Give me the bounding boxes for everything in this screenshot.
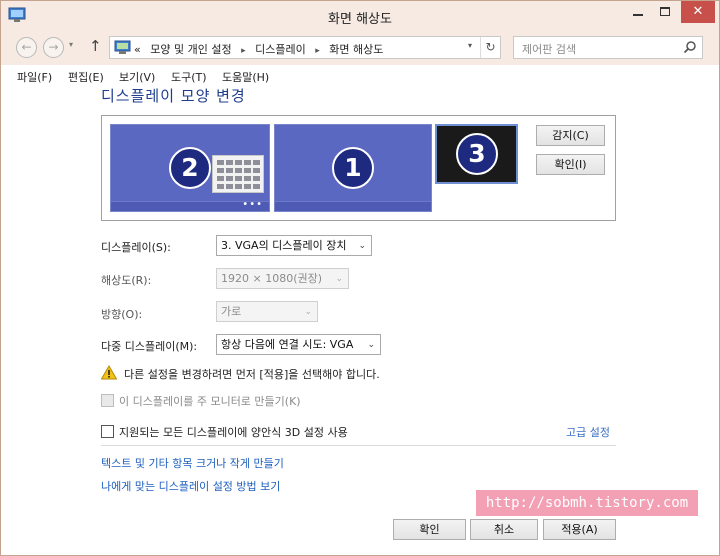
breadcrumb: « 모양 및 개인 설정 ▸ 디스플레이 ▸ 화면 해상도 [134, 41, 383, 57]
detect-button[interactable]: 감지(C) [536, 125, 605, 146]
identify-button[interactable]: 확인(I) [536, 154, 605, 175]
divider [101, 445, 616, 446]
close-button[interactable]: ✕ [681, 1, 715, 23]
chevron-down-icon: ▾ [69, 40, 74, 49]
stereo-3d-checkbox[interactable] [101, 425, 114, 438]
monitor-number-badge: 3 [456, 133, 498, 175]
refresh-button[interactable]: ↻ [480, 37, 500, 58]
breadcrumb-item-resolution[interactable]: 화면 해상도 [329, 43, 383, 56]
up-button[interactable]: ↑ [89, 37, 102, 55]
multi-display-label: 다중 디스플레이(M): [101, 340, 198, 353]
ok-button[interactable]: 확인 [393, 519, 466, 540]
monitor-1[interactable]: 1 [274, 124, 432, 212]
close-icon: ✕ [692, 4, 704, 19]
menu-view[interactable]: 보기(V) [119, 69, 155, 85]
search-input[interactable]: 제어판 검색 [513, 36, 703, 59]
advanced-settings-link[interactable]: 고급 설정 [566, 424, 610, 440]
up-arrow-icon: ↑ [89, 37, 102, 55]
display-select-value: 3. VGA의 디스플레이 장치 [221, 239, 347, 252]
recent-pages-dropdown[interactable]: ▾ [69, 40, 73, 49]
menu-help[interactable]: 도움말(H) [222, 69, 269, 85]
forward-button[interactable]: → [43, 37, 64, 58]
search-icon [683, 41, 696, 54]
stereo-3d-label: 지원되는 모든 디스플레이에 양안식 3D 설정 사용 [119, 426, 348, 439]
display-label: 디스플레이(S): [101, 241, 171, 254]
chevron-down-icon: ⌄ [335, 274, 343, 284]
minimize-icon [633, 14, 643, 16]
menu-edit[interactable]: 편집(E) [68, 69, 104, 85]
breadcrumb-overflow[interactable]: « [134, 43, 141, 56]
monitor-taskbar-strip [275, 201, 431, 211]
control-panel-icon [114, 40, 131, 54]
breadcrumb-item-appearance[interactable]: 모양 및 개인 설정 [150, 43, 231, 56]
page-title: 디스플레이 모양 변경 [101, 87, 246, 105]
multi-display-select-value: 항상 다음에 연결 시도: VGA [221, 338, 354, 351]
display-help-link[interactable]: 나에게 맞는 디스플레이 설정 방법 보기 [101, 478, 280, 494]
warning-icon [101, 365, 117, 380]
cancel-button[interactable]: 취소 [470, 519, 538, 540]
monitor-number-badge: 2 [169, 147, 211, 189]
back-button[interactable]: ← [16, 37, 37, 58]
orientation-select[interactable]: 가로 ⌄ [216, 301, 318, 322]
multi-display-select[interactable]: 항상 다음에 연결 시도: VGA ⌄ [216, 334, 381, 355]
resolution-select[interactable]: 1920 × 1080(권장) ⌄ [216, 268, 349, 289]
address-dropdown-button[interactable]: ▾ [462, 41, 478, 50]
breadcrumb-separator-icon[interactable]: ▸ [241, 46, 246, 56]
breadcrumb-item-display[interactable]: 디스플레이 [255, 43, 306, 56]
chevron-down-icon: ⌄ [304, 307, 312, 317]
forward-arrow-icon: → [48, 40, 59, 54]
screen-resolution-window: 화면 해상도 ✕ ← → ▾ ↑ « 모양 및 개인 설정 ▸ 디스플레이 ▸ … [0, 0, 720, 556]
chevron-down-icon: ⌄ [358, 241, 366, 251]
maximize-button[interactable] [652, 1, 678, 23]
text-size-link[interactable]: 텍스트 및 기타 항목 크거나 작게 만들기 [101, 455, 284, 471]
chevron-down-icon: ▾ [467, 41, 472, 50]
display-select[interactable]: 3. VGA의 디스플레이 장치 ⌄ [216, 235, 372, 256]
chevron-down-icon: ⌄ [367, 340, 375, 350]
title-bar: 화면 해상도 ✕ [1, 1, 719, 31]
menu-bar: 파일(F) 편집(E) 보기(V) 도구(T) 도움말(H) [1, 65, 719, 87]
resolution-select-value: 1920 × 1080(권장) [221, 272, 323, 285]
refresh-icon: ↻ [485, 40, 496, 54]
back-arrow-icon: ← [21, 40, 32, 54]
resolution-label: 해상도(R): [101, 274, 152, 287]
address-bar[interactable]: « 모양 및 개인 설정 ▸ 디스플레이 ▸ 화면 해상도 ▾ ↻ [109, 36, 501, 59]
monitor-number-badge: 1 [332, 147, 374, 189]
orientation-label: 방향(O): [101, 308, 143, 321]
apply-warning-text: 다른 설정을 변경하려면 먼저 [적용]을 선택해야 합니다. [124, 368, 380, 381]
main-monitor-checkbox[interactable] [101, 394, 114, 407]
navigation-bar: ← → ▾ ↑ « 모양 및 개인 설정 ▸ 디스플레이 ▸ 화면 해상도 ▾ … [1, 31, 719, 65]
more-dots-icon: ••• [242, 199, 263, 210]
minimize-button[interactable] [625, 1, 651, 23]
monitor-2[interactable]: 2 ••• [110, 124, 270, 212]
breadcrumb-separator-icon[interactable]: ▸ [315, 46, 320, 56]
maximize-icon [660, 7, 670, 16]
orientation-select-value: 가로 [221, 305, 242, 318]
menu-tools[interactable]: 도구(T) [171, 69, 207, 85]
main-monitor-label: 이 디스플레이를 주 모니터로 만들기(K) [119, 395, 301, 408]
taskbar-grid-icon [212, 155, 264, 193]
watermark: http://sobmh.tistory.com [476, 490, 698, 516]
window-title: 화면 해상도 [328, 12, 392, 27]
menu-file[interactable]: 파일(F) [17, 69, 52, 85]
monitor-3-selected[interactable]: 3 [435, 124, 518, 184]
apply-button[interactable]: 적용(A) [543, 519, 616, 540]
search-placeholder: 제어판 검색 [522, 43, 577, 56]
